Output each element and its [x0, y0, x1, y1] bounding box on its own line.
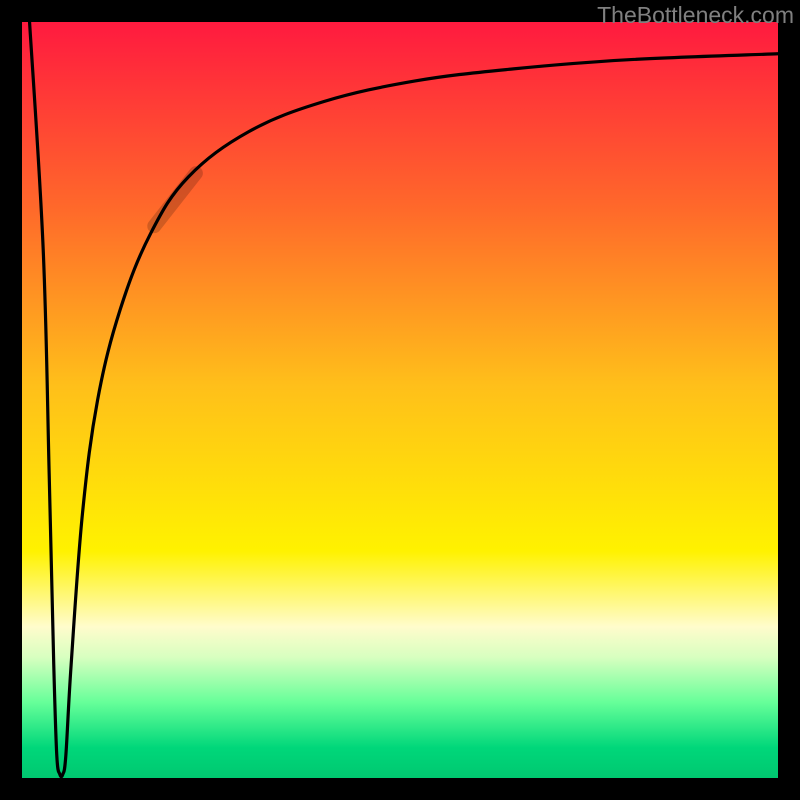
bottleneck-chart: [0, 0, 800, 800]
watermark-text: TheBottleneck.com: [597, 2, 794, 29]
plot-background: [22, 22, 778, 778]
chart-container: TheBottleneck.com: [0, 0, 800, 800]
